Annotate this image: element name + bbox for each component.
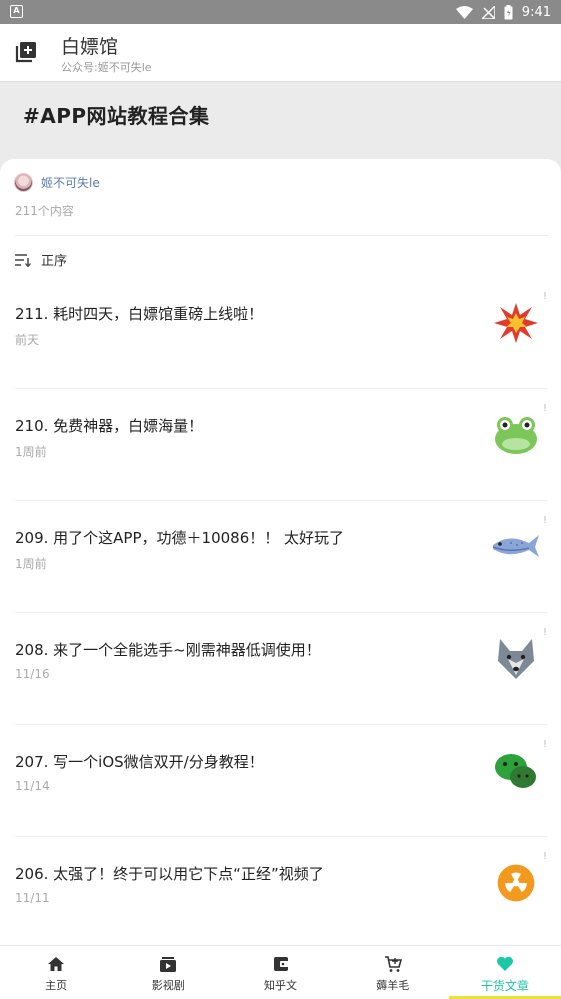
tab-zhihu[interactable]: 知乎文 bbox=[224, 946, 336, 999]
collection-heading: #APP网站教程合集 bbox=[23, 104, 210, 128]
edge-mark: ! bbox=[543, 291, 548, 302]
tab-label: 影视剧 bbox=[151, 979, 185, 992]
video-icon bbox=[160, 957, 177, 972]
article-date: 1周前 bbox=[15, 445, 47, 459]
content-card: 姬不可失le 211个内容 正序 211. 耗时四天，白嫖馆重磅上线啦！ 前天 … bbox=[0, 159, 561, 949]
radioactive-icon bbox=[497, 864, 535, 902]
explosion-icon bbox=[494, 303, 538, 343]
article-date: 1周前 bbox=[15, 557, 47, 571]
article-item[interactable]: 207. 写一个iOS微信双开/分身教程！ 11/14 ! bbox=[0, 725, 561, 837]
cart-icon bbox=[384, 956, 402, 972]
divider bbox=[15, 235, 548, 236]
author-avatar[interactable] bbox=[14, 173, 33, 192]
fish-icon bbox=[492, 535, 539, 557]
author-name[interactable]: 姬不可失le bbox=[41, 174, 100, 191]
article-title: 211. 耗时四天，白嫖馆重磅上线啦！ bbox=[15, 305, 264, 323]
sort-toggle[interactable]: 正序 bbox=[15, 250, 67, 269]
app-bar: 白嫖馆 公众号:姬不可失le bbox=[0, 24, 561, 82]
sort-label: 正序 bbox=[41, 254, 68, 269]
tab-label: 知乎文 bbox=[264, 979, 297, 992]
frog-icon bbox=[495, 417, 537, 454]
article-item[interactable]: 208. 来了一个全能选手~刚需神器低调使用！ 11/16 ! bbox=[0, 613, 561, 725]
app-subtitle: 公众号:姬不可失le bbox=[61, 61, 152, 74]
tab-home[interactable]: 主页 bbox=[0, 946, 112, 999]
article-item[interactable]: 206. 太强了！终于可以用它下点“正经”视频了 11/11 ! bbox=[0, 837, 561, 949]
article-item[interactable]: 210. 免费神器，白嫖海量！ 1周前 ! bbox=[0, 389, 561, 501]
tab-videos[interactable]: 影视剧 bbox=[112, 946, 224, 999]
edge-mark: ! bbox=[543, 627, 548, 638]
edge-mark: ! bbox=[543, 851, 548, 862]
article-title: 207. 写一个iOS微信双开/分身教程！ bbox=[15, 753, 264, 771]
tab-label: 干货文章 bbox=[480, 979, 529, 993]
wallet-icon bbox=[273, 957, 289, 971]
article-title: 206. 太强了！终于可以用它下点“正经”视频了 bbox=[15, 865, 324, 883]
article-title: 210. 免费神器，白嫖海量！ bbox=[15, 417, 204, 435]
wechat-icon bbox=[495, 754, 536, 788]
wolf-icon bbox=[498, 639, 534, 679]
sort-icon bbox=[15, 253, 31, 267]
article-date: 前天 bbox=[15, 333, 40, 347]
tab-label: 主页 bbox=[45, 979, 68, 992]
app-title: 白嫖馆 bbox=[61, 36, 119, 58]
status-time: 9:41 bbox=[521, 4, 551, 20]
article-date: 11/11 bbox=[15, 891, 50, 905]
author-row[interactable]: 姬不可失le bbox=[14, 173, 100, 192]
app-notification-icon: A bbox=[10, 5, 23, 18]
wifi-icon bbox=[455, 5, 473, 19]
bottom-tab-bar: 主页 影视剧 知乎文 薅羊毛 干货文章 bbox=[0, 945, 561, 999]
article-date: 11/16 bbox=[15, 667, 50, 681]
edge-mark: ! bbox=[543, 739, 548, 750]
article-title: 208. 来了一个全能选手~刚需神器低调使用！ bbox=[15, 641, 321, 659]
signal-icon bbox=[481, 5, 495, 19]
tab-deals[interactable]: 薅羊毛 bbox=[337, 946, 449, 999]
heart-icon bbox=[496, 956, 513, 971]
article-item[interactable]: 209. 用了个这APP，功德＋10086！！ 太好玩了 1周前 ! bbox=[0, 501, 561, 613]
add-library-icon[interactable] bbox=[15, 41, 37, 63]
home-icon bbox=[48, 957, 65, 971]
tab-label: 薅羊毛 bbox=[376, 979, 410, 992]
edge-mark: ! bbox=[543, 403, 548, 414]
article-item[interactable]: 211. 耗时四天，白嫖馆重磅上线啦！ 前天 ! bbox=[0, 277, 561, 389]
content-count: 211个内容 bbox=[15, 204, 74, 218]
article-title: 209. 用了个这APP，功德＋10086！！ 太好玩了 bbox=[15, 529, 345, 547]
edge-mark: ! bbox=[543, 515, 548, 526]
status-bar: A 9:41 bbox=[0, 0, 561, 24]
battery-icon bbox=[504, 4, 513, 19]
tab-articles[interactable]: 干货文章 bbox=[448, 946, 561, 999]
article-date: 11/14 bbox=[15, 779, 50, 793]
